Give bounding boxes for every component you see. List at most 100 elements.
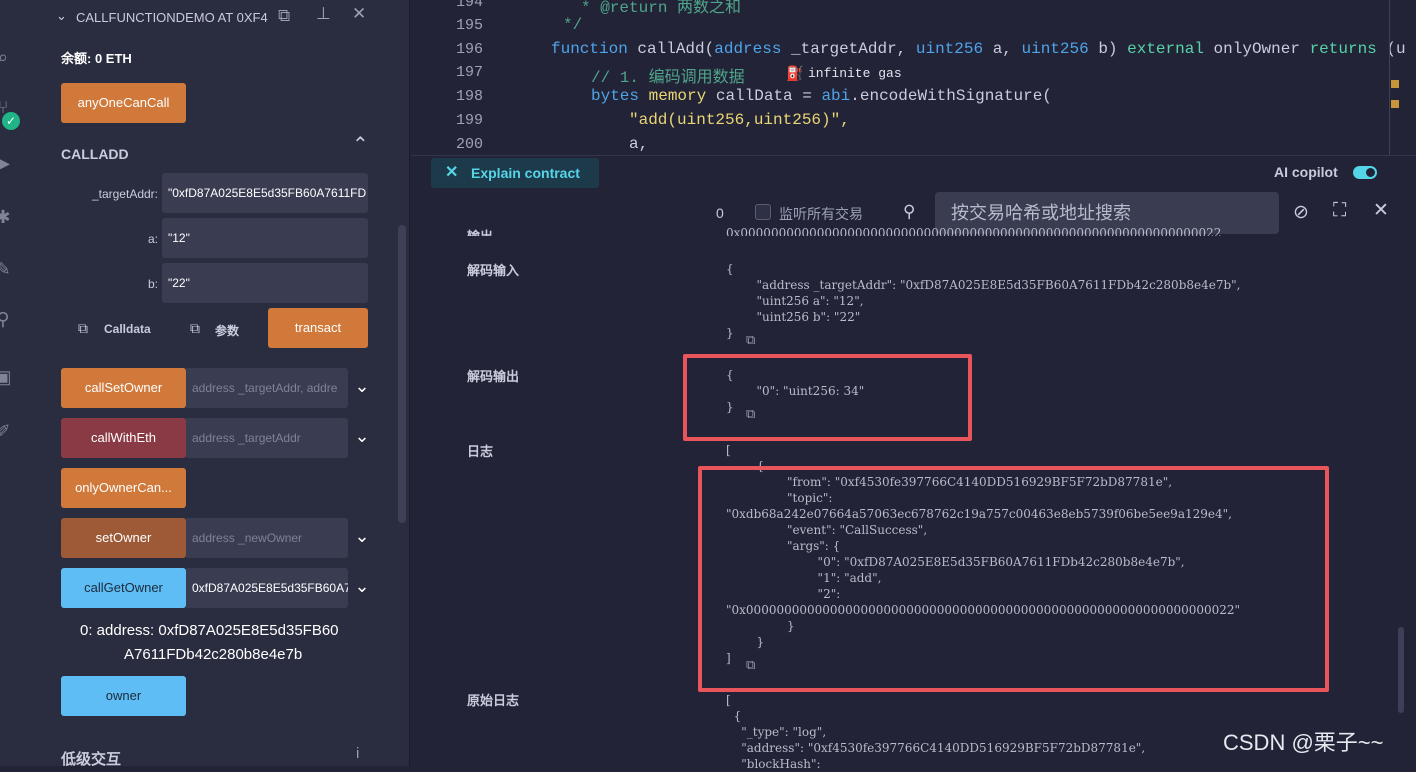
output-label: 输出 <box>467 226 493 236</box>
only-owner-can-button[interactable]: onlyOwnerCan... <box>61 468 186 508</box>
set-owner-input[interactable]: address _newOwner <box>186 518 348 558</box>
call-with-eth-button[interactable]: callWithEth <box>61 418 186 458</box>
params-button[interactable]: 参数 <box>215 322 239 339</box>
type: uint256 <box>1021 40 1089 58</box>
plugin-icon[interactable]: ✎ <box>0 258 14 280</box>
watermark: CSDN @栗子~~ <box>1223 730 1384 755</box>
copy-calldata-icon[interactable]: ⧉ <box>78 320 88 337</box>
keyword: memory <box>639 87 707 105</box>
line-number: 195 <box>455 17 483 34</box>
contract-title[interactable]: CALLFUNCTIONDEMO AT 0XF4 <box>76 10 268 25</box>
gas-estimate: infinite gas <box>808 66 902 81</box>
copy-icon[interactable]: ⧉ <box>746 332 755 348</box>
calladd-title: CALLADD <box>61 146 129 162</box>
close-icon[interactable]: ✕ <box>1373 199 1389 222</box>
field-label-b: b: <box>147 277 158 291</box>
minimap-marker <box>1391 80 1399 88</box>
line-number: 196 <box>455 41 483 58</box>
identifier: abi <box>821 87 851 105</box>
target-addr-input[interactable]: "0xfD87A025E8E5d35FB60A7611FD <box>162 173 368 213</box>
panel-scrollbar[interactable] <box>398 225 406 523</box>
decoded-input-json: { "address _targetAddr": "0xfD87A025E8E5… <box>726 262 1241 340</box>
terminal-scrollbar[interactable] <box>1398 627 1404 713</box>
close-icon[interactable]: ✕ <box>352 4 366 24</box>
set-owner-button[interactable]: setOwner <box>61 518 186 558</box>
terminal-panel[interactable]: 0 监听所有交易 ⚲ 按交易哈希或地址搜索 ⊘ ⛶ ✕ 输出 0x0000000… <box>411 192 1416 771</box>
line-number: 194 <box>455 0 483 11</box>
code-editor[interactable]: 194 * @return 两数之和 195 */ 196 function c… <box>411 0 1416 155</box>
fullscreen-icon[interactable]: ⛶ <box>1333 200 1346 222</box>
info-icon[interactable]: i <box>356 745 359 762</box>
check-badge-icon: ✓ <box>2 112 20 130</box>
param: a, <box>983 40 1022 58</box>
highlight-box-logs <box>698 466 1329 692</box>
code-line: function callAdd(address _targetAddr, ui… <box>551 40 1406 58</box>
chevron-down-icon[interactable]: ⌄ <box>352 426 372 447</box>
call-set-owner-input[interactable]: address _targetAddr, addre <box>186 368 348 408</box>
line-number: 197 <box>455 64 483 81</box>
chevron-up-icon[interactable]: ⌃ <box>352 132 369 157</box>
result-line-1: 0: address: 0xfD87A025E8E5d35FB60 <box>80 622 339 639</box>
deploy-icon[interactable]: ▶ <box>0 152 14 174</box>
search-icon[interactable]: ⌕ <box>0 46 14 68</box>
a-input[interactable]: "12" <box>162 218 368 258</box>
call-set-owner-button[interactable]: callSetOwner <box>61 368 186 408</box>
decoded-input-label: 解码输入 <box>467 263 520 278</box>
clear-icon[interactable]: ⊘ <box>1293 201 1309 224</box>
ai-copilot-label: AI copilot <box>1274 164 1338 180</box>
owner-button[interactable]: owner <box>61 676 186 716</box>
variable: callData = <box>706 87 822 105</box>
code-line: */ <box>563 16 583 34</box>
function-name: callAdd( <box>627 40 715 58</box>
chevron-down-icon[interactable]: ⌄ <box>352 376 372 397</box>
minimap-border <box>1389 0 1390 155</box>
b-input[interactable]: "22" <box>162 263 368 303</box>
line-number: 199 <box>455 112 483 129</box>
tx-count: 0 <box>716 205 724 221</box>
listen-label: 监听所有交易 <box>779 206 863 222</box>
param: b) <box>1088 40 1128 58</box>
chevron-down-icon[interactable]: ⌄ <box>352 526 372 547</box>
pin-icon[interactable]: ⊥ <box>316 4 331 24</box>
result-line-2: A7611FDb42c280b8e4e7b <box>124 646 303 663</box>
code-line: // 1. 编码调用数据 <box>591 69 745 87</box>
code-line: a, <box>629 135 649 153</box>
link-icon[interactable]: ⚲ <box>0 308 14 330</box>
type: bytes <box>591 87 640 105</box>
debug-icon[interactable]: ✱ <box>0 206 14 228</box>
sparkle-icon: ✕ <box>445 164 459 181</box>
field-label-a: a: <box>147 232 158 246</box>
chevron-down-icon[interactable]: ⌄ <box>352 576 372 597</box>
call-with-eth-input[interactable]: address _targetAddr <box>186 418 348 458</box>
call-get-owner-button[interactable]: callGetOwner <box>61 568 186 608</box>
terminal-tab-bar: ✕ Explain contract AI copilot <box>411 155 1416 192</box>
deploy-panel: ⌄ CALLFUNCTIONDEMO AT 0XF4 ⧉ ⊥ ✕ 余额: 0 E… <box>46 0 410 768</box>
wrench-icon[interactable]: ✐ <box>0 420 14 442</box>
copilot-toggle[interactable] <box>1353 166 1377 179</box>
raw-logs-label: 原始日志 <box>467 693 520 708</box>
modifier: external <box>1127 40 1204 58</box>
copy-params-icon[interactable]: ⧉ <box>190 320 200 337</box>
balance-text: 余额: 0 ETH <box>61 51 132 66</box>
calldata-button[interactable]: Calldata <box>104 322 151 336</box>
type: address <box>714 40 782 58</box>
output-value: 0x00000000000000000000000000000000000000… <box>726 226 1222 236</box>
call-get-owner-input[interactable]: 0xfD87A025E8E5d35FB60A7 <box>186 568 348 608</box>
transact-button[interactable]: transact <box>268 308 368 348</box>
keyword: function <box>551 40 628 58</box>
copy-icon[interactable]: ⧉ <box>278 6 290 26</box>
field-label-target: _targetAddr: <box>91 187 158 201</box>
explain-contract-label: Explain contract <box>471 165 580 181</box>
listen-checkbox[interactable] <box>755 204 771 220</box>
package-icon[interactable]: ▣ <box>0 366 14 388</box>
raw-logs-json: [ { "_type": "log", "address": "0xf4530f… <box>726 693 1146 771</box>
chevron-down-icon[interactable]: ⌄ <box>56 8 67 24</box>
explain-contract-button[interactable]: ✕ Explain contract <box>431 158 599 188</box>
gas-pump-icon: ⛽ <box>786 65 804 81</box>
line-number: 200 <box>455 136 483 153</box>
icon-sidebar: ⌕ ⑂ ✓ ▶ ✱ ✎ ⚲ ▣ ✐ <box>0 0 46 766</box>
any-one-can-call-button[interactable]: anyOneCanCall <box>61 83 186 123</box>
logs-label: 日志 <box>467 444 494 459</box>
code-line: * @return 两数之和 <box>581 0 742 17</box>
code-line: "add(uint256,uint256)", <box>629 111 850 129</box>
